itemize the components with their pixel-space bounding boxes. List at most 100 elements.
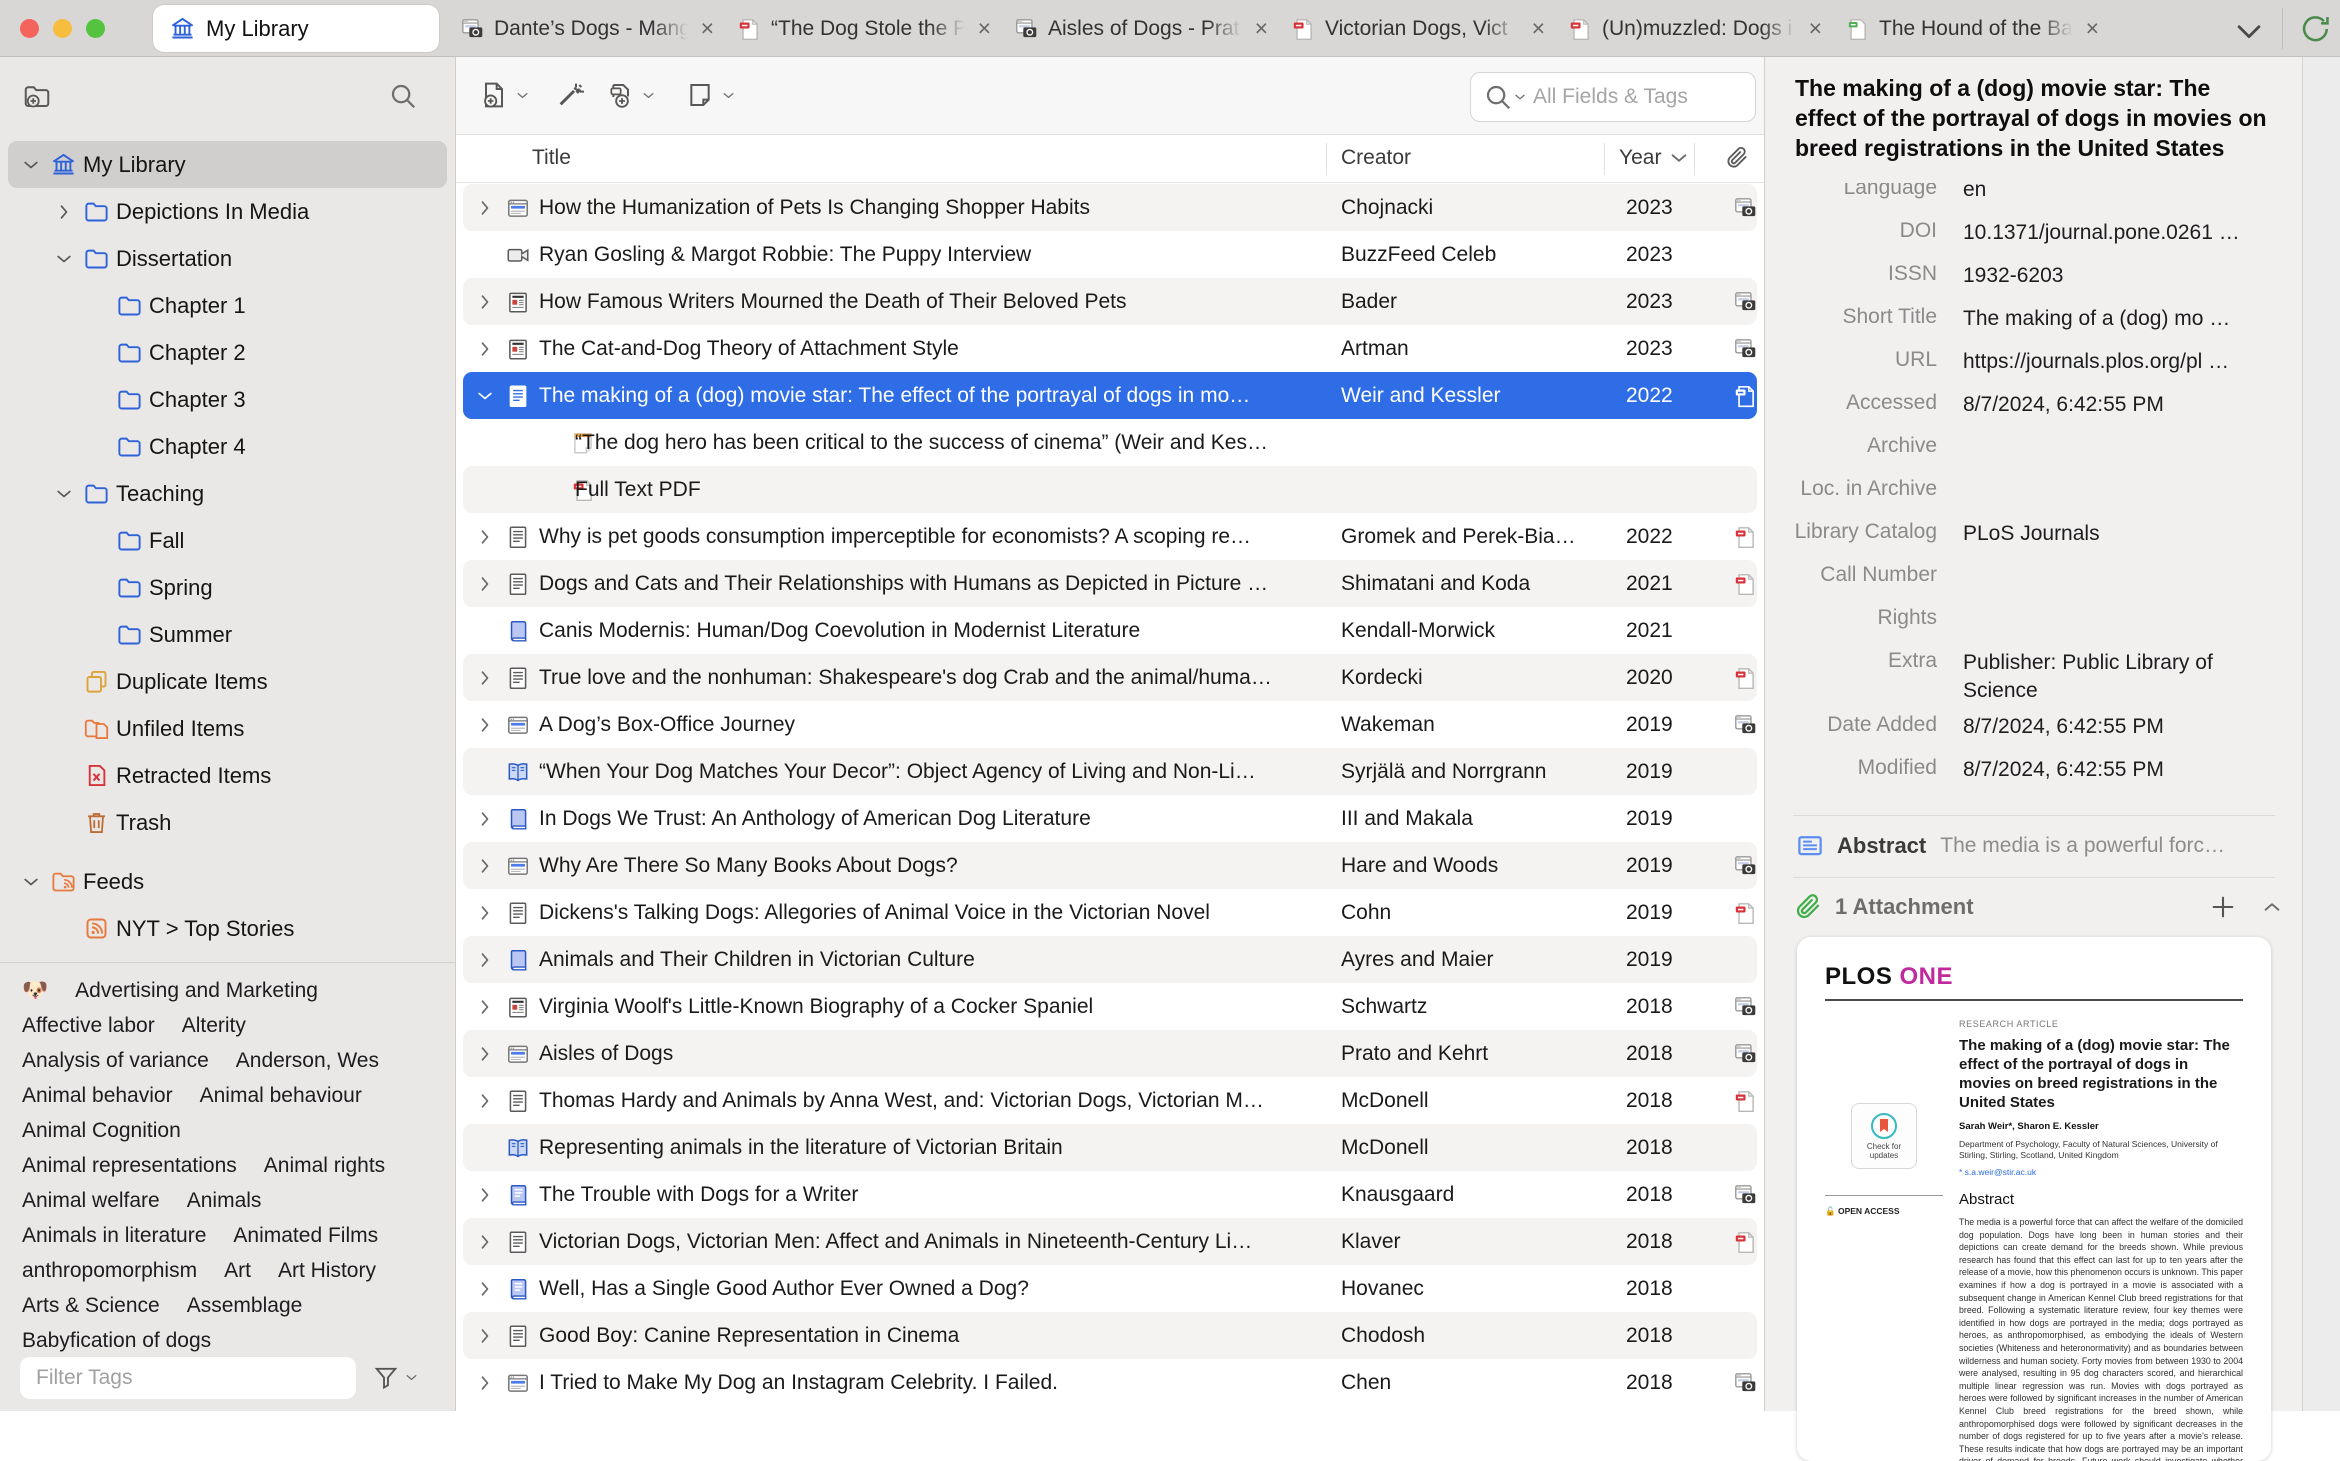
add-attachment-button[interactable]	[2209, 893, 2237, 921]
sidebar-item-depictions-in-media[interactable]: Depictions In Media	[8, 188, 447, 235]
tab-3[interactable]: Aisles of Dogs - Prat×	[1001, 0, 1278, 57]
table-row[interactable]: How Famous Writers Mourned the Death of …	[463, 278, 1757, 325]
close-tab-icon[interactable]: ×	[2082, 15, 2103, 42]
field-value[interactable]: en	[1963, 183, 2288, 204]
tag[interactable]: Assemblage	[187, 1294, 303, 1318]
add-by-identifier-button[interactable]	[554, 79, 586, 111]
column-header-creator[interactable]: Creator	[1341, 146, 1411, 170]
sidebar-item-feeds[interactable]: Feeds	[8, 858, 447, 905]
tag[interactable]: Affective labor	[22, 1014, 155, 1038]
field-value[interactable]: 10.1371/journal.pone.0261 …	[1963, 211, 2288, 247]
chevron-right-icon[interactable]	[470, 527, 500, 547]
tag[interactable]: Art	[224, 1259, 251, 1283]
tag-selector-menu-button[interactable]	[372, 1363, 419, 1391]
sync-button[interactable]	[2297, 12, 2331, 46]
field-value[interactable]: 8/7/2024, 6:42:55 PM	[1963, 748, 2288, 784]
tag[interactable]: Animal rights	[264, 1154, 385, 1178]
minimize-window-button[interactable]	[53, 19, 72, 38]
chevron-down-icon[interactable]	[470, 386, 500, 406]
zoom-window-button[interactable]	[86, 19, 105, 38]
table-row[interactable]: Why Are There So Many Books About Dogs?H…	[463, 842, 1757, 889]
tag[interactable]: Animal welfare	[22, 1189, 160, 1213]
chevron-right-icon[interactable]	[470, 997, 500, 1017]
chevron-down-icon[interactable]	[14, 872, 47, 892]
field-value[interactable]: 1932-6203	[1963, 254, 2288, 290]
chevron-right-icon[interactable]	[470, 1279, 500, 1299]
table-row[interactable]: “The dog hero has been critical to the s…	[463, 419, 1757, 466]
tag[interactable]: Advertising and Marketing	[75, 979, 318, 1003]
tab-my-library[interactable]: My Library	[153, 5, 439, 52]
chevron-right-icon[interactable]	[470, 1326, 500, 1346]
chevron-down-icon[interactable]	[14, 155, 47, 175]
table-row[interactable]: A Dog’s Box-Office JourneyWakeman2019	[463, 701, 1757, 748]
table-row[interactable]: Well, Has a Single Good Author Ever Owne…	[463, 1265, 1757, 1312]
close-tab-icon[interactable]: ×	[1251, 15, 1272, 42]
search-icon[interactable]	[1483, 82, 1527, 112]
chevron-right-icon[interactable]	[470, 198, 500, 218]
tab-5[interactable]: (Un)muzzled: Dogs i×	[1555, 0, 1832, 57]
sidebar-item-my-library[interactable]: My Library	[8, 141, 447, 188]
chevron-up-icon[interactable]	[2261, 896, 2283, 918]
tab-overflow-button[interactable]	[2232, 14, 2266, 48]
table-row[interactable]: The Trouble with Dogs for a WriterKnausg…	[463, 1171, 1757, 1218]
new-note-button[interactable]	[684, 79, 736, 111]
tag[interactable]: Alterity	[182, 1014, 246, 1038]
tab-6[interactable]: The Hound of the Ba×	[1832, 0, 2109, 57]
chevron-right-icon[interactable]	[470, 339, 500, 359]
table-row[interactable]: How the Humanization of Pets Is Changing…	[463, 184, 1757, 231]
close-tab-icon[interactable]: ×	[1528, 15, 1549, 42]
chevron-right-icon[interactable]	[470, 856, 500, 876]
table-row[interactable]: Animals and Their Children in Victorian …	[463, 936, 1757, 983]
field-value[interactable]	[1963, 469, 2288, 477]
chevron-right-icon[interactable]	[470, 1185, 500, 1205]
table-row[interactable]: Victorian Dogs, Victorian Men: Affect an…	[463, 1218, 1757, 1265]
tab-4[interactable]: Victorian Dogs, Vict×	[1278, 0, 1555, 57]
table-row[interactable]: Aisles of DogsPrato and Kehrt2018	[463, 1030, 1757, 1077]
sidebar-item-teaching[interactable]: Teaching	[8, 470, 447, 517]
chevron-down-icon[interactable]	[47, 484, 80, 504]
table-row[interactable]: Ryan Gosling & Margot Robbie: The Puppy …	[463, 231, 1757, 278]
sidebar-item-chapter-4[interactable]: Chapter 4	[8, 423, 447, 470]
tag[interactable]: Anderson, Wes	[236, 1049, 379, 1073]
tag[interactable]: Animals	[187, 1189, 262, 1213]
sidebar-item-trash[interactable]: Trash	[8, 799, 447, 846]
tag[interactable]: Analysis of variance	[22, 1049, 209, 1073]
table-row[interactable]: Dickens's Talking Dogs: Allegories of An…	[463, 889, 1757, 936]
sidebar-item-dissertation[interactable]: Dissertation	[8, 235, 447, 282]
chevron-right-icon[interactable]	[470, 574, 500, 594]
tag[interactable]: Arts & Science	[22, 1294, 160, 1318]
sidebar-item-nyt-top-stories[interactable]: NYT > Top Stories	[8, 905, 447, 952]
close-window-button[interactable]	[20, 19, 39, 38]
chevron-down-icon[interactable]	[47, 249, 80, 269]
table-row[interactable]: The making of a (dog) movie star: The ef…	[463, 372, 1757, 419]
table-row[interactable]: The Cat-and-Dog Theory of Attachment Sty…	[463, 325, 1757, 372]
table-row[interactable]: Canis Modernis: Human/Dog Coevolution in…	[463, 607, 1757, 654]
field-value[interactable]	[1963, 598, 2288, 606]
chevron-right-icon[interactable]	[470, 292, 500, 312]
table-row[interactable]: Virginia Woolf's Little-Known Biography …	[463, 983, 1757, 1030]
sidebar-item-chapter-3[interactable]: Chapter 3	[8, 376, 447, 423]
tag[interactable]: Animated Films	[233, 1224, 378, 1248]
close-tab-icon[interactable]: ×	[1805, 15, 1826, 42]
tag[interactable]: Art History	[278, 1259, 376, 1283]
tab-1[interactable]: Dante’s Dogs - Mang×	[447, 0, 724, 57]
sidebar-item-chapter-2[interactable]: Chapter 2	[8, 329, 447, 376]
field-value[interactable]: PLoS Journals	[1963, 512, 2288, 548]
table-row[interactable]: True love and the nonhuman: Shakespeare'…	[463, 654, 1757, 701]
table-row[interactable]: Representing animals in the literature o…	[463, 1124, 1757, 1171]
table-row[interactable]: Full Text PDF	[463, 466, 1757, 513]
close-tab-icon[interactable]: ×	[697, 15, 718, 42]
field-value[interactable]	[1963, 426, 2288, 434]
table-row[interactable]: I Tried to Make My Dog an Instagram Cele…	[463, 1359, 1757, 1406]
chevron-right-icon[interactable]	[470, 715, 500, 735]
tag[interactable]: Animal behaviour	[200, 1084, 362, 1108]
chevron-right-icon[interactable]	[470, 1044, 500, 1064]
tag[interactable]: 🐶	[22, 979, 48, 1003]
collection-search-button[interactable]	[388, 81, 418, 111]
table-row[interactable]: Thomas Hardy and Animals by Anna West, a…	[463, 1077, 1757, 1124]
column-header-attachment[interactable]	[1724, 145, 1750, 171]
table-row[interactable]: Dogs and Cats and Their Relationships wi…	[463, 560, 1757, 607]
field-value[interactable]: https://journals.plos.org/pl …	[1963, 340, 2288, 376]
chevron-right-icon[interactable]	[470, 903, 500, 923]
sidebar-item-duplicate-items[interactable]: Duplicate Items	[8, 658, 447, 705]
